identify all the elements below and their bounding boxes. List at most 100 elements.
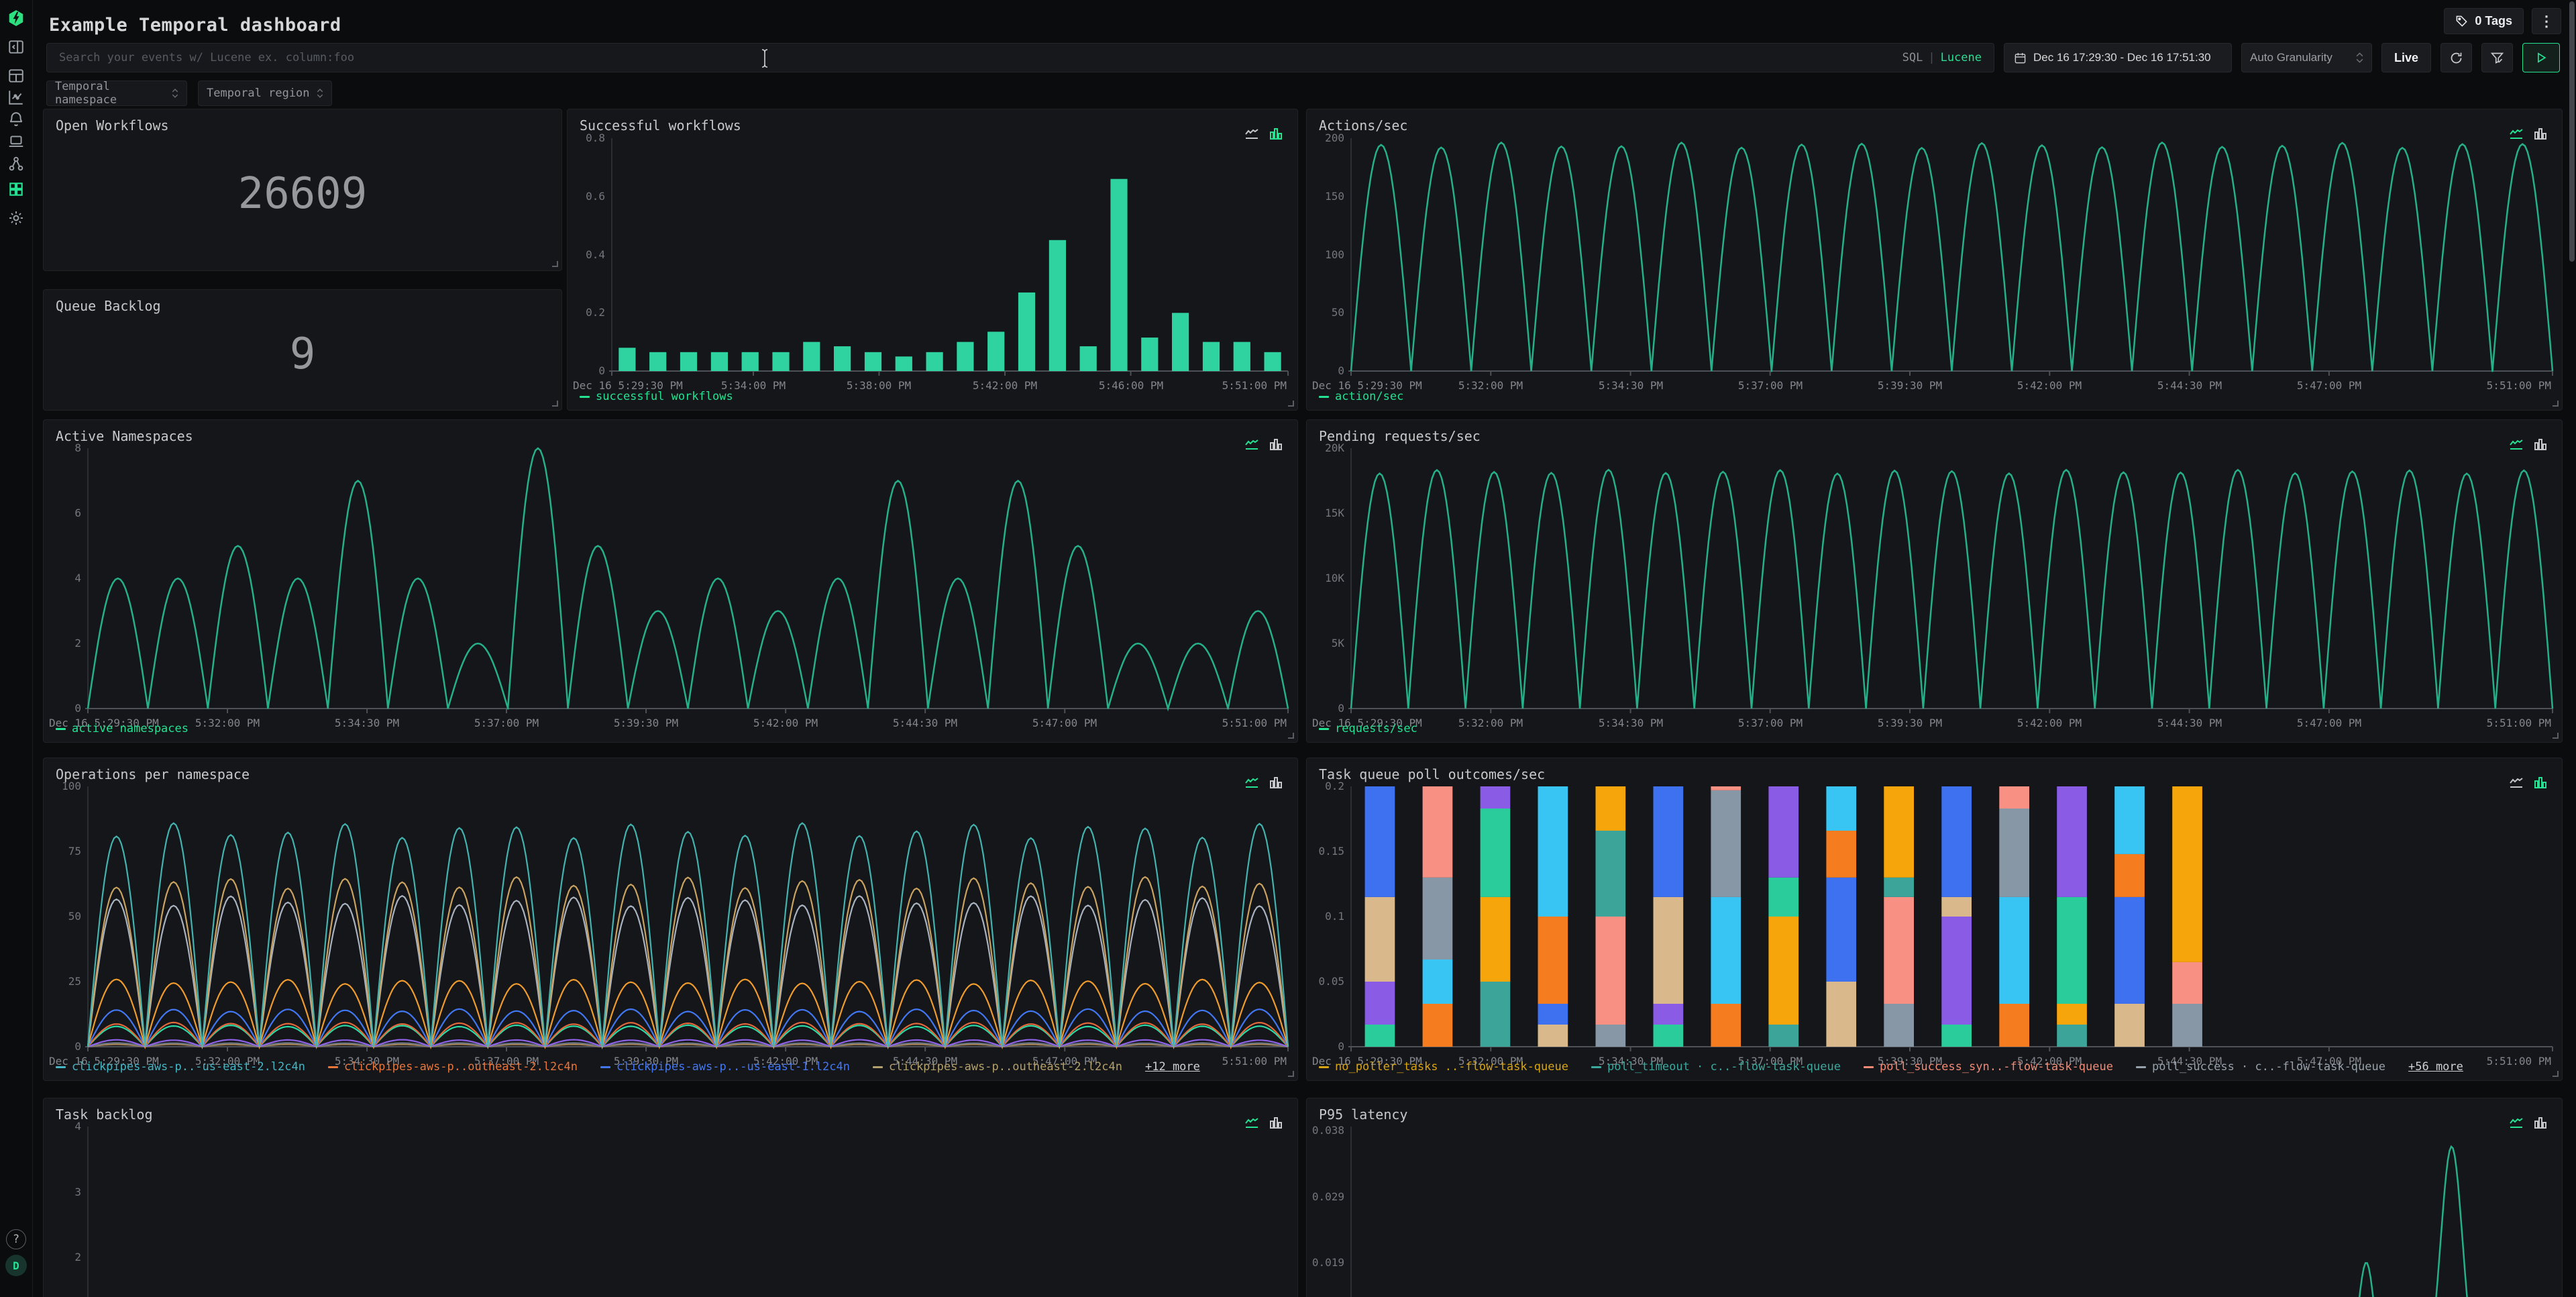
bar-chart-icon[interactable] [1268,436,1284,452]
line-chart-icon[interactable] [2508,436,2524,452]
chart-area[interactable]: 432 [44,1098,1297,1297]
settings-gear-icon[interactable] [7,209,25,227]
resize-handle[interactable] [2553,733,2559,739]
panel-actions-per-sec[interactable]: Actions/sec200150100500Dec 16 5:29:30 PM… [1306,109,2563,411]
legend-more-link[interactable]: +12 more [1145,1060,1200,1074]
legend-more-link[interactable]: +56 more [2408,1060,2463,1074]
legend-swatch [2136,1066,2146,1068]
chart-area[interactable]: 200150100500Dec 16 5:29:30 PM5:32:00 PM5… [1307,109,2562,410]
chart-area[interactable]: 86420Dec 16 5:29:30 PM5:32:00 PM5:34:30 … [44,420,1297,742]
line-chart-icon[interactable] [2508,774,2524,790]
charts-icon[interactable] [7,88,25,107]
bar-chart-icon[interactable] [2532,125,2548,142]
bar-chart-icon[interactable] [2532,774,2548,790]
legend-item[interactable]: clickpipes-aws-p..outheast-2.l2c4n [873,1060,1122,1074]
chart-view-toggles [1244,774,1284,790]
dashboards-icon[interactable] [7,180,25,199]
panel-open-workflows[interactable]: Open Workflows 26609 [43,109,562,271]
sql-label[interactable]: SQL [1902,51,1923,64]
bar-chart-icon[interactable] [2532,1114,2548,1131]
line-chart-icon[interactable] [2508,125,2524,142]
app-logo-icon[interactable] [7,9,25,28]
search-input[interactable]: Search your events w/ Lucene ex. column:… [46,43,1994,72]
stat-value: 9 [44,329,561,378]
namespace-label: Temporal namespace [55,80,172,107]
panel-task-backlog[interactable]: Task backlog432 [43,1098,1298,1297]
legend-item[interactable]: active namespaces [56,722,189,735]
legend-swatch [1864,1066,1874,1068]
legend-swatch [328,1066,338,1068]
chart-legend: requests/sec [1319,722,1417,735]
panel-operations-per-namespace[interactable]: Operations per namespace1007550250Dec 16… [43,758,1298,1081]
legend-item[interactable]: action/sec [1319,390,1403,403]
line-chart-icon[interactable] [1244,125,1260,142]
resize-handle[interactable] [552,261,558,267]
vertical-scrollbar[interactable] [2569,1,2575,262]
panel-queue-backlog[interactable]: Queue Backlog 9 [43,289,562,411]
resize-handle[interactable] [1288,733,1294,739]
filter-settings-button[interactable] [2481,43,2513,72]
x-axis-tick-label: 5:47:00 PM [2269,717,2390,729]
resize-handle[interactable] [2553,401,2559,407]
legend-item[interactable]: clickpipes-aws-p..-us-east-1.l2c4n [600,1060,850,1074]
query-language-toggle[interactable]: SQL | Lucene [1902,44,1982,72]
temporal-region-select[interactable]: Temporal region [198,81,332,106]
bar-chart-icon[interactable] [1268,125,1284,142]
help-button[interactable]: ? [6,1229,26,1249]
chart-area[interactable]: 0.20.150.10.050Dec 16 5:29:30 PM5:32:00 … [1307,758,2562,1080]
chart-area[interactable]: 0.0380.0290.019 [1307,1098,2562,1297]
legend-item[interactable]: clickpipes-aws-p..outheast-2.l2c4n [328,1060,578,1074]
bar-chart-icon[interactable] [1268,1114,1284,1131]
legend-label: clickpipes-aws-p..-us-east-2.l2c4n [72,1060,305,1074]
chevron-up-down-icon [317,89,323,98]
date-range-picker[interactable]: Dec 16 17:29:30 - Dec 16 17:51:30 [2004,43,2232,72]
legend-item[interactable]: poll_success · c..-flow-task-queue [2136,1060,2385,1074]
line-chart-icon[interactable] [2508,1114,2524,1131]
live-button[interactable]: Live [2381,43,2431,72]
legend-item[interactable]: clickpipes-aws-p..-us-east-2.l2c4n [56,1060,305,1074]
panel-successful-workflows[interactable]: Successful workflows0.80.60.40.20Dec 16 … [567,109,1298,411]
x-axis-tick-label: 5:51:00 PM [1222,717,1287,729]
infra-laptop-icon[interactable] [7,132,25,151]
bar-chart-icon[interactable] [1268,774,1284,790]
x-axis-tick-label: 5:51:00 PM [1222,1055,1287,1068]
resize-handle[interactable] [2553,1071,2559,1077]
alerts-bell-icon[interactable] [7,110,25,129]
chart-area[interactable]: 1007550250Dec 16 5:29:30 PM5:32:00 PM5:3… [44,758,1297,1080]
panel-active-namespaces[interactable]: Active Namespaces86420Dec 16 5:29:30 PM5… [43,419,1298,743]
filter-funnel-icon [2490,51,2504,65]
line-chart-icon[interactable] [1244,436,1260,452]
resize-handle[interactable] [552,401,558,407]
legend-item[interactable]: requests/sec [1319,722,1417,735]
legend-item[interactable]: poll_timeout · c..-flow-task-queue [1591,1060,1841,1074]
service-map-icon[interactable] [7,154,25,173]
chart-area[interactable]: 0.80.60.40.20Dec 16 5:29:30 PM5:34:00 PM… [568,109,1297,410]
chart-area[interactable]: 20K15K10K5K0Dec 16 5:29:30 PM5:32:00 PM5… [1307,420,2562,742]
run-query-button[interactable] [2522,43,2560,72]
temporal-namespace-select[interactable]: Temporal namespace [46,81,187,106]
resize-handle[interactable] [1288,401,1294,407]
refresh-button[interactable] [2440,43,2472,72]
line-chart-icon[interactable] [1244,1114,1260,1131]
panel-toggle-icon[interactable] [7,38,25,56]
legend-item[interactable]: no_poller_tasks ..-flow-task-queue [1319,1060,1568,1074]
legend-swatch [1319,1066,1329,1068]
panel-p95-latency[interactable]: P95 latency0.0380.0290.019 [1306,1098,2563,1297]
granularity-select[interactable]: Auto Granularity [2241,43,2372,72]
kebab-menu-button[interactable]: ⋮ [2532,8,2561,34]
panel-task-queue-poll-outcomes[interactable]: Task queue poll outcomes/sec0.20.150.10.… [1306,758,2563,1081]
resize-handle[interactable] [1288,1071,1294,1077]
lucene-label[interactable]: Lucene [1941,51,1982,64]
legend-item[interactable]: successful workflows [580,390,733,403]
tags-button[interactable]: 0 Tags [2444,8,2524,34]
y-axis-tick-label: 100 [1307,248,1344,261]
x-axis-tick-label: 5:42:00 PM [945,379,1065,392]
line-chart-icon[interactable] [1244,774,1260,790]
legend-item[interactable]: poll_success_syn..-flow-task-queue [1864,1060,2113,1074]
y-axis-tick-label: 150 [1307,190,1344,203]
views-grid-icon[interactable] [7,66,25,85]
panel-pending-requests[interactable]: Pending requests/sec20K15K10K5K0Dec 16 5… [1306,419,2563,743]
user-avatar[interactable]: D [5,1255,27,1276]
divider: | [1928,51,1935,64]
bar-chart-icon[interactable] [2532,436,2548,452]
